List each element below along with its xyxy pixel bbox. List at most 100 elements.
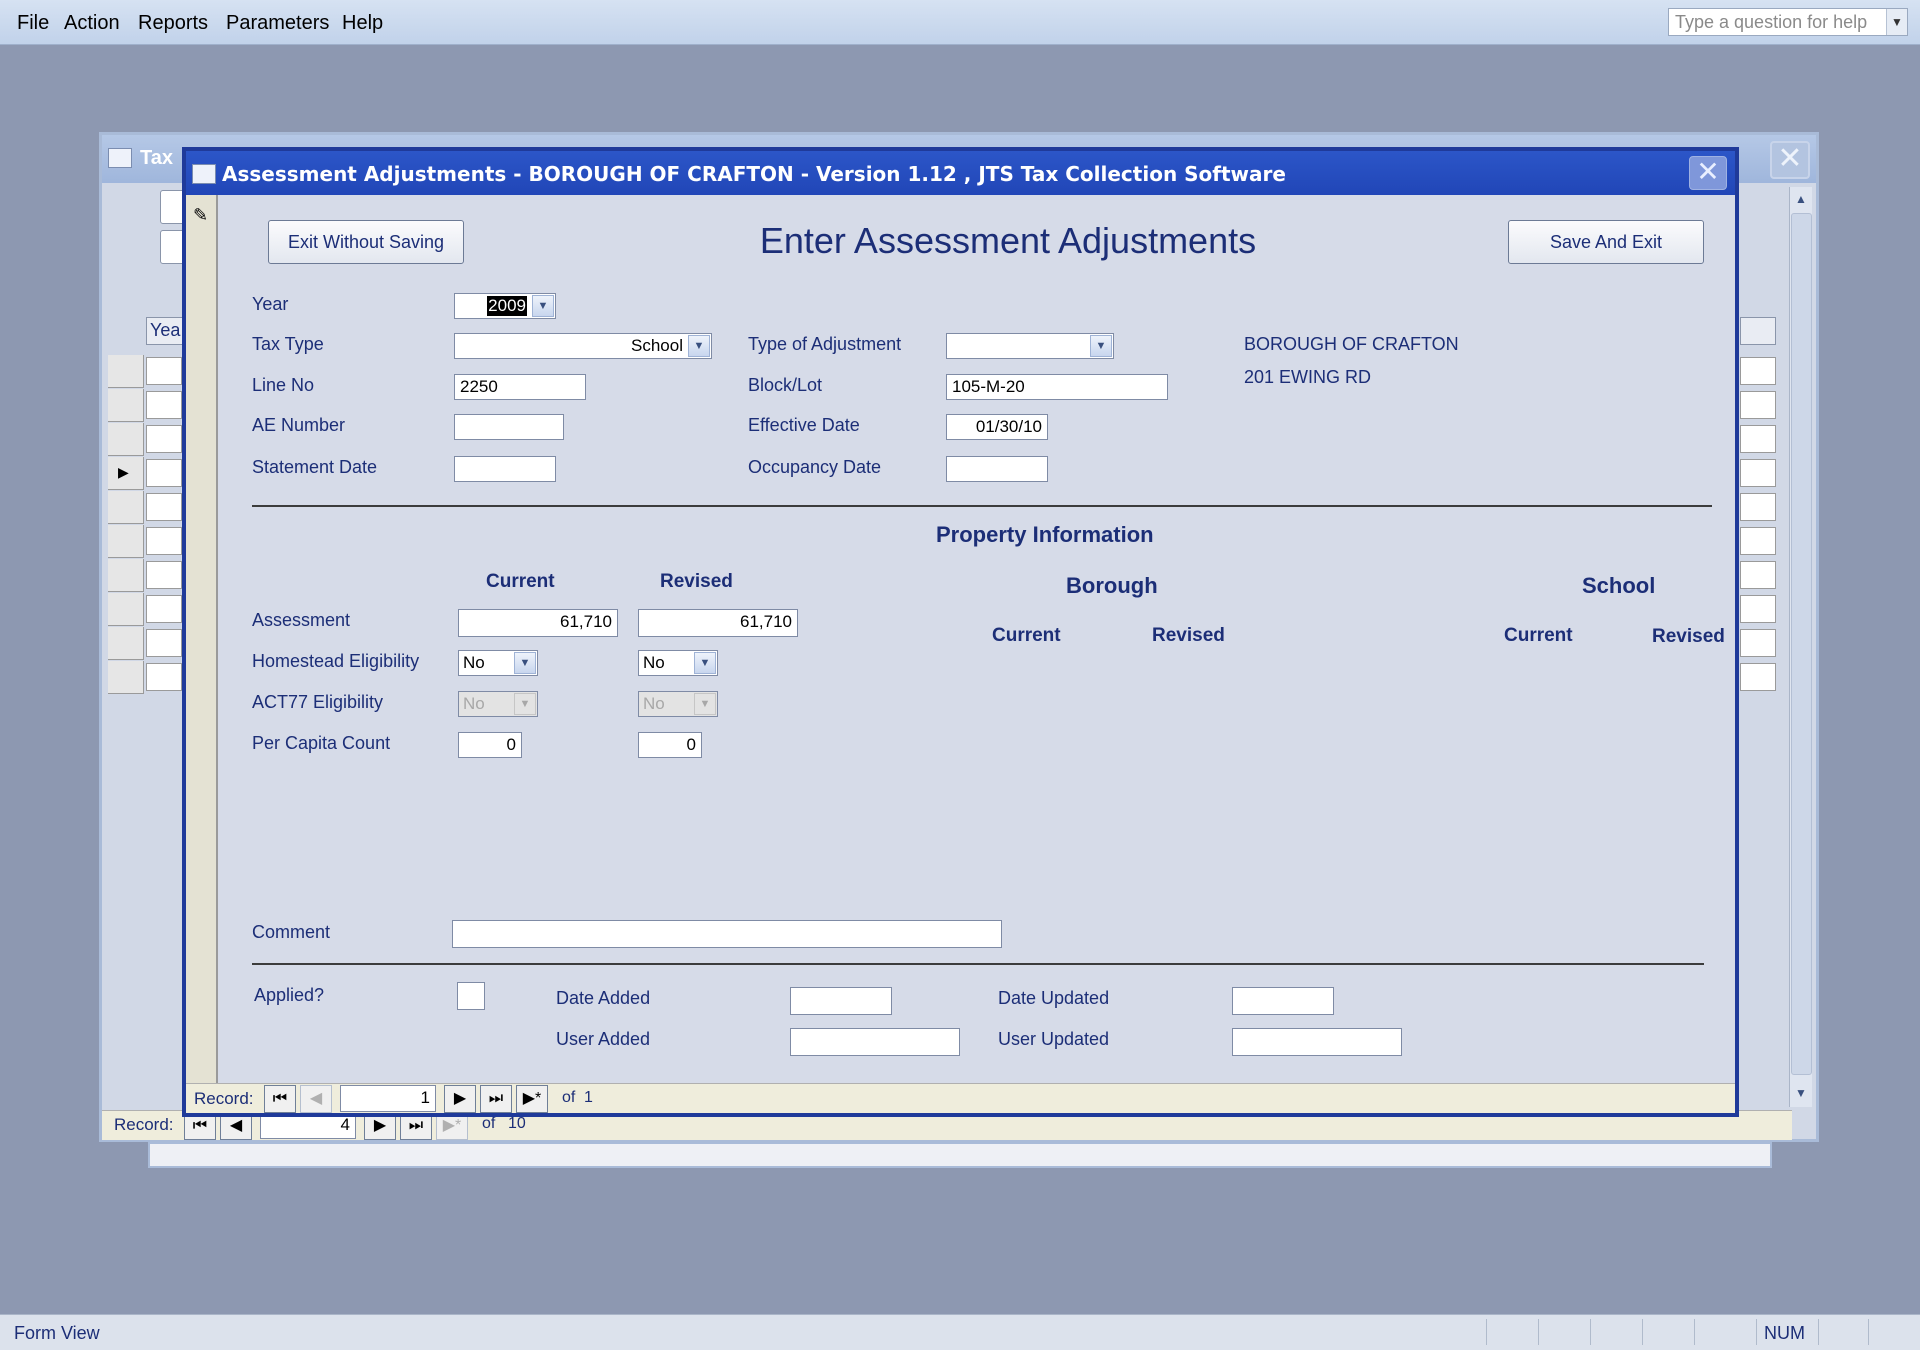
- menu-action[interactable]: Action: [64, 12, 120, 35]
- homestead-current-dropdown[interactable]: No ▼: [458, 650, 538, 676]
- next-record-icon[interactable]: ▶: [444, 1085, 476, 1113]
- row-selector[interactable]: [108, 491, 144, 524]
- statement-date-field[interactable]: [454, 456, 556, 482]
- scroll-thumb[interactable]: [1791, 213, 1812, 1075]
- divider: [252, 963, 1704, 965]
- close-icon[interactable]: ✕: [1770, 141, 1810, 179]
- current-column-header: Current: [486, 571, 555, 592]
- table-cell[interactable]: [146, 561, 182, 589]
- first-record-icon[interactable]: ⏮: [264, 1085, 296, 1113]
- menu-reports[interactable]: Reports: [138, 12, 208, 35]
- form-icon: [192, 164, 216, 184]
- row-selector[interactable]: [108, 661, 144, 694]
- table-cell[interactable]: [1740, 391, 1776, 419]
- row-selector[interactable]: [108, 525, 144, 558]
- table-cell[interactable]: [146, 663, 182, 691]
- chevron-down-icon[interactable]: ▼: [688, 335, 710, 357]
- table-cell[interactable]: [1740, 459, 1776, 487]
- table-cell[interactable]: [1740, 493, 1776, 521]
- record-label: Record:: [114, 1115, 174, 1134]
- date-added-label: Date Added: [556, 988, 651, 1008]
- per-capita-count-label: Per Capita Count: [252, 733, 391, 753]
- table-cell[interactable]: [146, 527, 182, 555]
- block-lot-field[interactable]: 105-M-20: [946, 374, 1168, 400]
- vertical-scrollbar[interactable]: ▲ ▼: [1789, 187, 1812, 1107]
- background-window-footer: [148, 1142, 1772, 1168]
- property-information-heading: Property Information: [936, 522, 1154, 547]
- exit-without-saving-button[interactable]: Exit Without Saving: [268, 220, 464, 264]
- user-updated-field[interactable]: [1232, 1028, 1402, 1056]
- table-cell[interactable]: [1740, 629, 1776, 657]
- table-cell[interactable]: [146, 459, 182, 487]
- chevron-down-icon[interactable]: ▼: [1886, 9, 1907, 35]
- tax-type-dropdown[interactable]: School ▼: [454, 333, 712, 359]
- assessment-current-field[interactable]: 61,710: [458, 609, 618, 637]
- per-capita-revised-field[interactable]: 0: [638, 732, 702, 758]
- table-cell[interactable]: [146, 357, 182, 385]
- last-record-icon[interactable]: ⏭: [480, 1085, 512, 1113]
- save-and-exit-button[interactable]: Save And Exit: [1508, 220, 1704, 264]
- row-selector[interactable]: [108, 423, 144, 456]
- date-added-field[interactable]: [790, 987, 892, 1015]
- user-added-field[interactable]: [790, 1028, 960, 1056]
- school-revised-header: Revised: [1652, 626, 1725, 647]
- ae-number-field[interactable]: [454, 414, 564, 440]
- owner-name: BOROUGH OF CRAFTON: [1244, 334, 1459, 354]
- row-selector[interactable]: ▶: [108, 457, 144, 490]
- row-selector[interactable]: [108, 559, 144, 592]
- page-title: Enter Assessment Adjustments: [759, 220, 1257, 261]
- current-row-icon: ▶: [118, 464, 129, 480]
- column-header[interactable]: [1740, 317, 1776, 345]
- new-record-icon[interactable]: ▶*: [516, 1085, 548, 1113]
- homestead-revised-dropdown[interactable]: No ▼: [638, 650, 718, 676]
- menu-parameters[interactable]: Parameters: [226, 12, 329, 35]
- close-icon[interactable]: ✕: [1689, 156, 1727, 190]
- table-cell[interactable]: [146, 629, 182, 657]
- row-selector[interactable]: [108, 389, 144, 422]
- menu-help[interactable]: Help: [342, 12, 383, 35]
- dialog-titlebar: Assessment Adjustments - BOROUGH OF CRAF…: [186, 151, 1735, 195]
- table-cell[interactable]: [1740, 595, 1776, 623]
- table-cell[interactable]: [1740, 425, 1776, 453]
- previous-record-icon[interactable]: ◀: [300, 1085, 332, 1113]
- row-selector[interactable]: [108, 355, 144, 388]
- line-no-field[interactable]: 2250: [454, 374, 586, 400]
- record-selector[interactable]: ✎: [186, 195, 218, 1084]
- date-updated-field[interactable]: [1232, 987, 1334, 1015]
- table-cell[interactable]: [146, 595, 182, 623]
- table-cell[interactable]: [146, 391, 182, 419]
- comment-label: Comment: [252, 922, 331, 942]
- act77-eligibility-label: ACT77 Eligibility: [252, 692, 384, 712]
- chevron-down-icon[interactable]: ▼: [1090, 335, 1112, 357]
- chevron-down-icon[interactable]: ▼: [532, 295, 554, 317]
- table-cell[interactable]: [1740, 527, 1776, 555]
- record-number-input[interactable]: 1: [340, 1085, 436, 1112]
- row-selector[interactable]: [108, 593, 144, 626]
- table-cell[interactable]: [1740, 357, 1776, 385]
- table-cell[interactable]: [1740, 561, 1776, 589]
- row-selector[interactable]: [108, 627, 144, 660]
- per-capita-current-field[interactable]: 0: [458, 732, 522, 758]
- menu-file[interactable]: File: [17, 12, 49, 35]
- comment-field[interactable]: [452, 920, 1002, 948]
- scroll-down-icon[interactable]: ▼: [1790, 1081, 1812, 1105]
- table-cell[interactable]: [146, 493, 182, 521]
- type-of-adjustment-dropdown[interactable]: ▼: [946, 333, 1114, 359]
- table-cell[interactable]: [146, 425, 182, 453]
- table-cell[interactable]: [1740, 663, 1776, 691]
- chevron-down-icon[interactable]: ▼: [694, 652, 716, 674]
- record-total: 1: [584, 1089, 593, 1106]
- ae-number-label: AE Number: [252, 415, 346, 435]
- status-divider: [1694, 1319, 1695, 1345]
- scroll-up-icon[interactable]: ▲: [1790, 187, 1812, 211]
- effective-date-field[interactable]: 01/30/10: [946, 414, 1048, 440]
- occupancy-date-field[interactable]: [946, 456, 1048, 482]
- year-dropdown[interactable]: 2009 ▼: [454, 293, 556, 319]
- assessment-revised-field[interactable]: 61,710: [638, 609, 798, 637]
- help-search-input[interactable]: Type a question for help ▼: [1668, 8, 1908, 36]
- chevron-down-icon[interactable]: ▼: [514, 652, 536, 674]
- help-search-placeholder: Type a question for help: [1675, 12, 1868, 32]
- date-updated-label: Date Updated: [998, 988, 1110, 1008]
- column-header-year[interactable]: Yea: [146, 317, 186, 345]
- applied-checkbox[interactable]: [457, 982, 485, 1010]
